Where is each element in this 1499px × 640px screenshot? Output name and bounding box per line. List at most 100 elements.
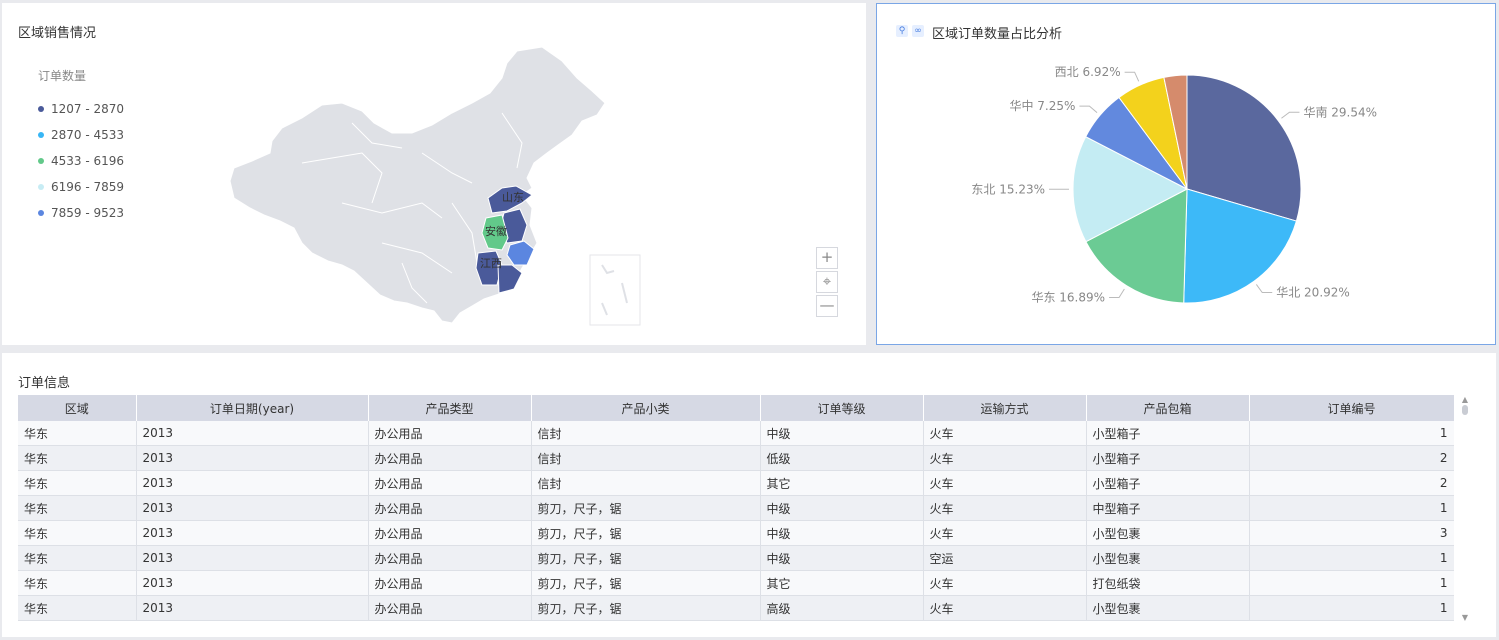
cell-product-type: 办公用品 <box>368 595 532 621</box>
legend-dot-icon <box>38 184 44 190</box>
cell-region: 华东 <box>18 520 137 546</box>
column-header-shipping[interactable]: 运输方式 <box>923 395 1087 421</box>
cell-order-level: 其它 <box>760 470 924 496</box>
cell-region: 华东 <box>18 445 137 471</box>
cell-package: 打包纸袋 <box>1086 570 1250 596</box>
cell-package: 小型包裹 <box>1086 520 1250 546</box>
table-wrapper: 区域 订单日期(year) 产品类型 产品小类 订单等级 运输方式 产品包箱 订… <box>18 395 1454 623</box>
table-panel-title: 订单信息 <box>18 376 71 391</box>
pie-label-line-1 <box>1255 284 1273 294</box>
table-row[interactable]: 华东 2013 办公用品 信封 中级 火车 小型箱子 1 <box>18 421 1454 446</box>
map-label-jiangxi: 江西 <box>480 257 502 270</box>
table-panel: 订单信息 区域 订单日期(year) 产品类型 产品小类 订单等级 运输方式 产… <box>2 353 1496 637</box>
cell-order-level: 中级 <box>760 495 924 521</box>
cell-shipping: 火车 <box>923 520 1087 546</box>
table-row[interactable]: 华东 2013 办公用品 剪刀，尺子，锯 中级 火车 中型箱子 1 <box>18 495 1454 521</box>
column-header-order-id[interactable]: 订单编号 <box>1249 395 1454 421</box>
pie-label-4: 华中 7.25% <box>1009 98 1075 113</box>
legend-dot-icon <box>38 132 44 138</box>
cell-order-date: 2013 <box>136 470 369 496</box>
cell-product-type: 办公用品 <box>368 445 532 471</box>
legend-title: 订单数量 <box>38 69 87 83</box>
china-map[interactable]: 山东 安徽 江西 <box>2 3 866 345</box>
pie-label-5: 西北 6.92% <box>1055 65 1121 79</box>
zoom-reset-button[interactable]: ⌖ <box>816 271 838 293</box>
zoom-in-button[interactable]: + <box>816 247 838 269</box>
table-row[interactable]: 华东 2013 办公用品 信封 低级 火车 小型箱子 2 <box>18 445 1454 471</box>
cell-order-date: 2013 <box>136 595 369 621</box>
pie-panel: ⚲ ∞ 区域订单数量占比分析 华南 29.54% 华北 20.92% 华东 16.8… <box>876 3 1496 345</box>
map-legend: 订单数量 1207 - 2870 2870 - 4533 4533 - 6196… <box>38 67 124 226</box>
table-row[interactable]: 华东 2013 办公用品 剪刀，尺子，锯 中级 空运 小型包裹 1 <box>18 545 1454 571</box>
cell-product-type: 办公用品 <box>368 570 532 596</box>
table-scrollbar[interactable]: ▲ ▼ <box>1460 395 1470 623</box>
cell-region: 华东 <box>18 595 137 621</box>
scroll-down-icon[interactable]: ▼ <box>1460 613 1470 623</box>
cell-region: 华东 <box>18 421 137 446</box>
cell-shipping: 火车 <box>923 595 1087 621</box>
zoom-out-button[interactable]: — <box>816 295 838 317</box>
pie-label-1: 华北 20.92% <box>1276 286 1350 300</box>
cell-order-level: 低级 <box>760 445 924 471</box>
column-header-order-level[interactable]: 订单等级 <box>760 395 924 421</box>
cell-order-id: 2 <box>1249 445 1454 471</box>
table-row[interactable]: 华东 2013 办公用品 信封 其它 火车 小型箱子 2 <box>18 470 1454 496</box>
column-header-package[interactable]: 产品包箱 <box>1086 395 1250 421</box>
cell-package: 小型包裹 <box>1086 595 1250 621</box>
pie-label-line-2 <box>1109 288 1125 298</box>
scroll-thumb[interactable] <box>1462 405 1468 415</box>
pie-label-3: 东北 15.23% <box>971 182 1045 196</box>
legend-label: 4533 - 6196 <box>51 154 125 168</box>
cell-shipping: 火车 <box>923 421 1087 446</box>
cell-order-date: 2013 <box>136 545 369 571</box>
cell-product-subclass: 剪刀，尺子，锯 <box>531 570 761 596</box>
cell-product-type: 办公用品 <box>368 520 532 546</box>
table-row[interactable]: 华东 2013 办公用品 剪刀，尺子，锯 其它 火车 打包纸袋 1 <box>18 570 1454 596</box>
cell-order-date: 2013 <box>136 570 369 596</box>
legend-dot-icon <box>38 106 44 112</box>
cell-shipping: 空运 <box>923 545 1087 571</box>
cell-order-id: 1 <box>1249 545 1454 571</box>
legend-item-5[interactable]: 7859 - 9523 <box>38 200 124 226</box>
cell-order-id: 1 <box>1249 570 1454 596</box>
cell-package: 小型箱子 <box>1086 421 1250 446</box>
column-header-region[interactable]: 区域 <box>18 395 137 421</box>
cell-order-id: 1 <box>1249 595 1454 621</box>
scroll-up-icon[interactable]: ▲ <box>1460 395 1470 405</box>
cell-order-date: 2013 <box>136 421 369 446</box>
order-table: 区域 订单日期(year) 产品类型 产品小类 订单等级 运输方式 产品包箱 订… <box>18 395 1454 621</box>
legend-label: 1207 - 2870 <box>51 102 125 116</box>
table-row[interactable]: 华东 2013 办公用品 剪刀，尺子，锯 高级 火车 小型包裹 1 <box>18 595 1454 621</box>
column-header-order-date[interactable]: 订单日期(year) <box>136 395 369 421</box>
cell-order-id: 3 <box>1249 520 1454 546</box>
south-sea-inset <box>589 254 641 326</box>
map-panel: 区域销售情况 山东 安徽 江西 订单数量 1207 - 2870 2870 - … <box>2 3 866 345</box>
table-header-row: 区域 订单日期(year) 产品类型 产品小类 订单等级 运输方式 产品包箱 订… <box>18 395 1454 421</box>
cell-order-id: 1 <box>1249 495 1454 521</box>
legend-item-3[interactable]: 4533 - 6196 <box>38 148 124 174</box>
column-header-product-subclass[interactable]: 产品小类 <box>531 395 761 421</box>
legend-item-1[interactable]: 1207 - 2870 <box>38 96 124 122</box>
column-header-product-type[interactable]: 产品类型 <box>368 395 532 421</box>
cell-region: 华东 <box>18 470 137 496</box>
cell-shipping: 火车 <box>923 445 1087 471</box>
map-zoom-controls: + ⌖ — <box>816 247 838 319</box>
china-silhouette <box>229 46 606 324</box>
pie-chart[interactable]: 华南 29.54% 华北 20.92% 华东 16.89% 东北 15.23% 华中 7… <box>877 4 1495 344</box>
cell-product-type: 办公用品 <box>368 470 532 496</box>
map-label-anhui: 安徽 <box>485 224 507 238</box>
cell-order-level: 中级 <box>760 520 924 546</box>
cell-package: 小型箱子 <box>1086 445 1250 471</box>
cell-package: 小型箱子 <box>1086 470 1250 496</box>
table-row[interactable]: 华东 2013 办公用品 剪刀，尺子，锯 中级 火车 小型包裹 3 <box>18 520 1454 546</box>
cell-product-type: 办公用品 <box>368 421 532 446</box>
legend-dot-icon <box>38 210 44 216</box>
legend-item-2[interactable]: 2870 - 4533 <box>38 122 124 148</box>
cell-product-subclass: 剪刀，尺子，锯 <box>531 495 761 521</box>
legend-label: 6196 - 7859 <box>51 180 125 194</box>
cell-order-level: 其它 <box>760 570 924 596</box>
cell-region: 华东 <box>18 545 137 571</box>
legend-item-4[interactable]: 6196 - 7859 <box>38 174 124 200</box>
cell-order-date: 2013 <box>136 495 369 521</box>
cell-product-subclass: 信封 <box>531 445 761 471</box>
